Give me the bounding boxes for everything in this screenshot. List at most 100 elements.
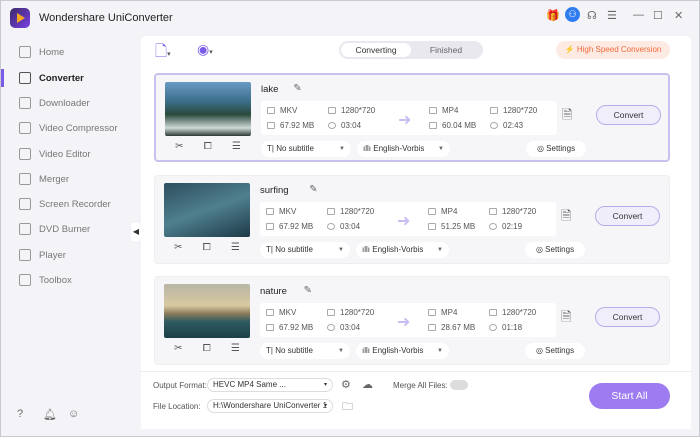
output-settings-icon[interactable]: 🗎: [561, 308, 579, 328]
merge-all-toggle[interactable]: [450, 380, 468, 390]
trim-scissors-icon[interactable]: ✂: [175, 141, 183, 152]
crop-icon[interactable]: ⧠: [203, 242, 211, 253]
effects-menu-icon[interactable]: ☰: [231, 242, 240, 253]
add-files-button[interactable]: 🗋▾: [155, 41, 171, 66]
settings-icon: ◎: [535, 245, 543, 254]
sidebar-item-converter[interactable]: Converter: [1, 67, 139, 89]
menu-icon[interactable]: ☰: [607, 9, 617, 22]
clock-icon: [327, 324, 335, 331]
cloud-icon[interactable]: ☁: [362, 378, 373, 391]
gift-icon[interactable]: 🎁: [546, 9, 560, 22]
file-card: ✂ ⧠ ☰ surfing ✎ MKV 67.92 MB 1280*720 03…: [154, 175, 670, 264]
video-format-icon: [266, 208, 274, 215]
clock-icon: [489, 223, 497, 230]
file-card: ✂ ⧠ ☰ nature ✎ MKV 67.92 MB 1280*720 03:…: [154, 276, 670, 365]
settings-button[interactable]: ◎ Settings: [525, 343, 585, 359]
target-format: MP4: [441, 308, 458, 317]
file-card: ✂ ⧠ ☰ lake ✎ MKV 67.92 MB 1280*720 03:04…: [154, 73, 670, 162]
output-settings-icon[interactable]: 🗎: [561, 207, 579, 227]
file-location-select[interactable]: H:\Wondershare UniConverter 1 ▾: [207, 399, 333, 413]
subtitle-value: No subtitle: [276, 144, 314, 153]
edit-name-icon[interactable]: ✎: [304, 285, 312, 296]
sidebar-item-label: DVD Burner: [39, 223, 91, 235]
minimize-button[interactable]: —: [633, 9, 644, 21]
subtitle-select[interactable]: T| No subtitle ▼: [260, 242, 350, 258]
sidebar-item-video-compressor[interactable]: Video Compressor: [1, 117, 139, 139]
subtitle-select[interactable]: T| No subtitle ▼: [261, 141, 351, 157]
add-dvd-button[interactable]: ◉▾: [197, 41, 213, 58]
effects-menu-icon[interactable]: ☰: [232, 141, 241, 152]
sidebar-item-video-editor[interactable]: Video Editor: [1, 143, 139, 165]
subtitle-select[interactable]: T| No subtitle ▼: [260, 343, 350, 359]
output-format-select[interactable]: HEVC MP4 Same ... ▾: [207, 378, 333, 392]
source-duration: 03:04: [340, 323, 361, 332]
crop-icon[interactable]: ⧠: [203, 343, 211, 354]
video-format-icon: [267, 107, 275, 114]
audio-track-select[interactable]: ıllı English-Vorbis ▼: [357, 141, 450, 157]
convert-button[interactable]: Convert: [595, 307, 660, 327]
trim-scissors-icon[interactable]: ✂: [174, 343, 182, 354]
maximize-button[interactable]: ☐: [653, 9, 663, 22]
settings-label: Settings: [546, 144, 576, 153]
source-resolution: 1280*720: [340, 207, 375, 216]
sidebar-item-label: Screen Recorder: [39, 198, 111, 210]
video-thumbnail[interactable]: [164, 284, 250, 338]
convert-button[interactable]: Convert: [595, 206, 660, 226]
settings-button[interactable]: ◎ Settings: [525, 242, 585, 258]
folder-icon: [266, 223, 274, 230]
output-format-label: Output Format:: [153, 381, 207, 390]
sidebar-item-merger[interactable]: Merger: [1, 168, 139, 190]
high-speed-conversion-button[interactable]: ⚡ High Speed Conversion: [556, 41, 670, 59]
start-all-button[interactable]: Start All: [589, 383, 670, 409]
collapse-sidebar-button[interactable]: ◀: [131, 223, 141, 241]
audio-track-select[interactable]: ıllı English-Vorbis ▼: [356, 343, 449, 359]
convert-button[interactable]: Convert: [596, 105, 661, 125]
tab-converting[interactable]: Converting: [341, 43, 411, 57]
disc-icon: [19, 223, 31, 235]
support-icon[interactable]: ☊: [587, 9, 597, 22]
account-icon[interactable]: ⚇: [565, 7, 580, 22]
video-thumbnail[interactable]: [164, 183, 250, 237]
help-icon[interactable]: ?: [17, 408, 23, 420]
gpu-settings-icon[interactable]: ⚙: [341, 378, 351, 391]
tab-finished[interactable]: Finished: [411, 43, 481, 57]
effects-menu-icon[interactable]: ☰: [231, 343, 240, 354]
sidebar-item-screen-recorder[interactable]: Screen Recorder: [1, 193, 139, 215]
folder-icon[interactable]: 🗀: [342, 398, 353, 417]
sidebar-item-label: Home: [39, 46, 65, 58]
sidebar-item-home[interactable]: Home: [1, 41, 139, 63]
file-name: surfing: [260, 185, 289, 196]
arrow-right-icon: ➜: [397, 314, 411, 331]
output-settings-icon[interactable]: 🗎: [562, 106, 580, 126]
file-name: nature: [260, 286, 287, 297]
video-format-icon: [428, 208, 436, 215]
close-button[interactable]: ✕: [674, 9, 683, 22]
video-format-icon: [429, 107, 437, 114]
source-format: MKV: [279, 207, 297, 216]
trim-scissors-icon[interactable]: ✂: [174, 242, 182, 253]
format-info: MKV 67.92 MB 1280*720 03:04 ➜ MP4 51.25 …: [260, 202, 556, 236]
video-thumbnail[interactable]: [165, 82, 251, 136]
settings-button[interactable]: ◎ Settings: [526, 141, 586, 157]
source-size: 67.92 MB: [279, 323, 314, 332]
clock-icon: [490, 122, 498, 129]
arrow-right-icon: ➜: [397, 213, 411, 230]
crop-icon[interactable]: ⧠: [204, 141, 212, 152]
sidebar-item-player[interactable]: Player: [1, 244, 139, 266]
edit-name-icon[interactable]: ✎: [309, 184, 317, 195]
merge-icon: [19, 173, 31, 185]
resolution-icon: [489, 208, 497, 215]
target-format: MP4: [441, 207, 458, 216]
edit-name-icon[interactable]: ✎: [293, 83, 301, 94]
folder-icon: [267, 122, 275, 129]
notification-bell-icon[interactable]: 🔔︎: [43, 408, 57, 421]
sidebar-item-downloader[interactable]: Downloader: [1, 92, 139, 114]
target-resolution: 1280*720: [502, 308, 537, 317]
target-size: 60.04 MB: [442, 121, 477, 130]
file-location-label: File Location:: [153, 402, 201, 411]
converter-icon: [19, 72, 31, 84]
audio-track-select[interactable]: ıllı English-Vorbis ▼: [356, 242, 449, 258]
sidebar-item-dvd-burner[interactable]: DVD Burner: [1, 218, 139, 240]
sidebar-item-toolbox[interactable]: Toolbox: [1, 269, 139, 291]
feedback-icon[interactable]: ☺: [68, 408, 79, 420]
